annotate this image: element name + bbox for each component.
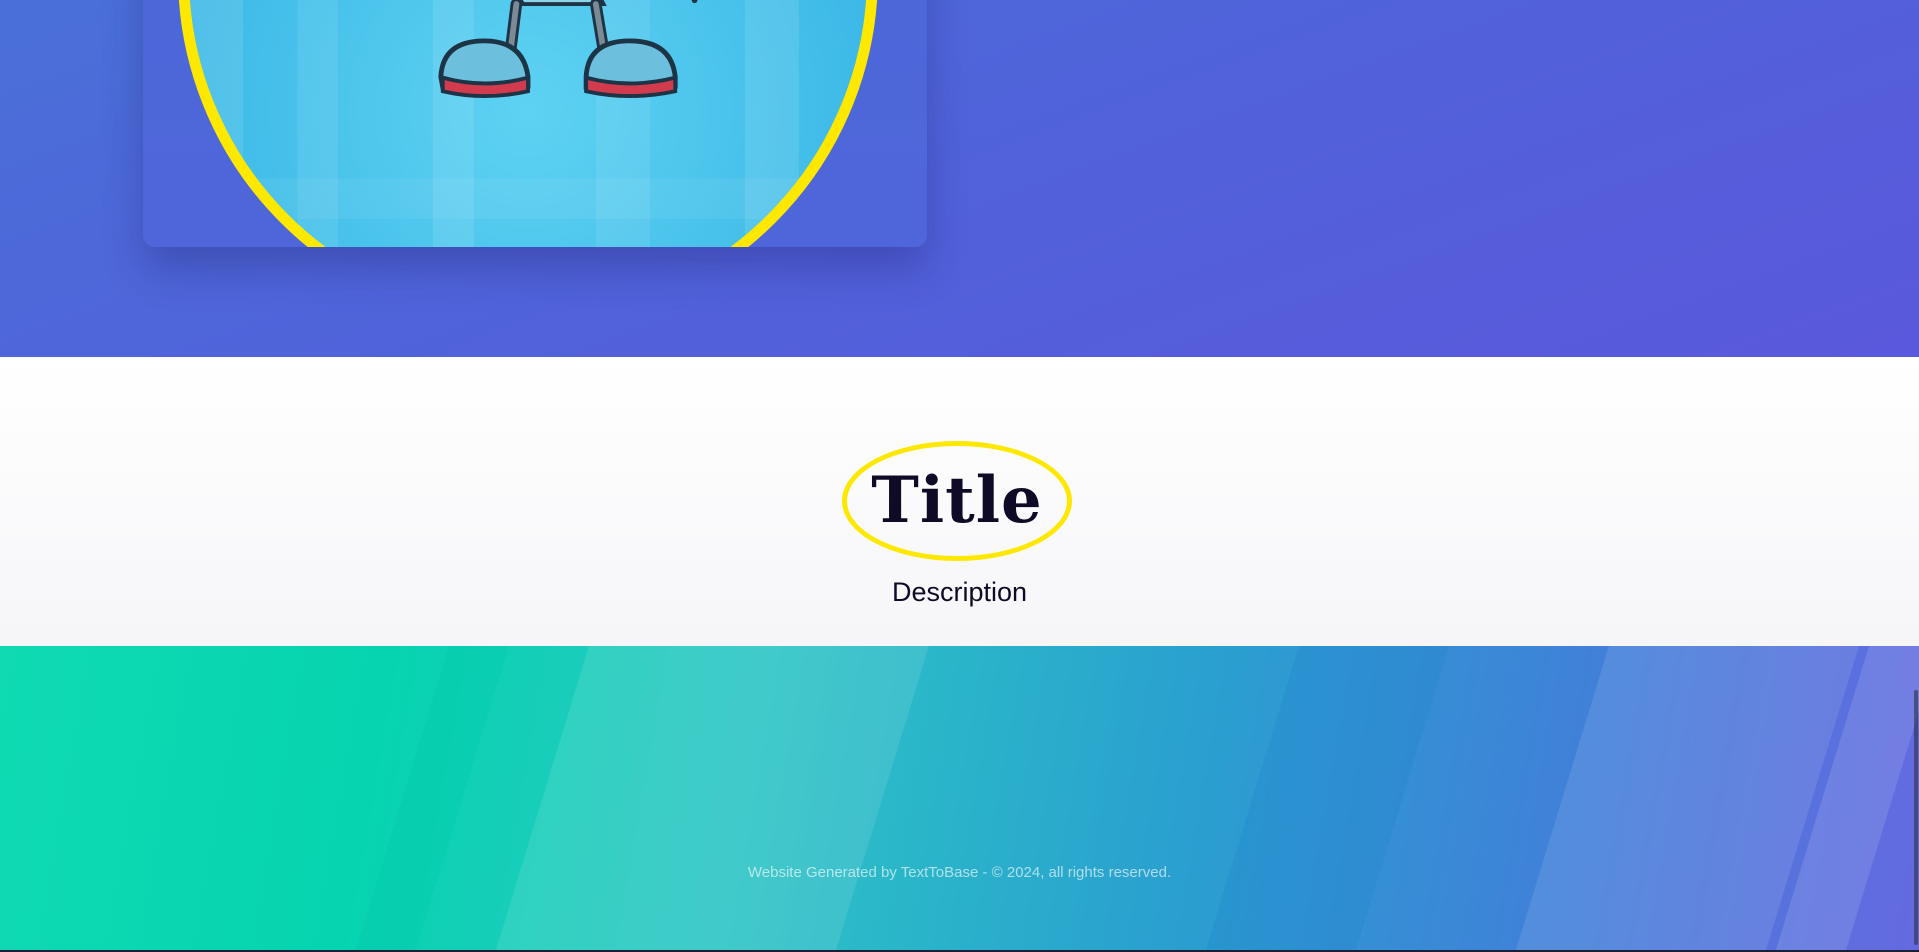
hero-image-card xyxy=(143,0,927,247)
title-highlight: Title xyxy=(842,441,1072,561)
footer-stripe xyxy=(344,646,516,952)
scrollbar[interactable] xyxy=(1911,0,1919,952)
page: Title Description Website Generated by T… xyxy=(0,0,1919,952)
mascot-image xyxy=(178,0,878,247)
section-title: Title xyxy=(871,463,1043,538)
footer-copyright: Website Generated by TextToBase - © 2024… xyxy=(747,864,1172,881)
footer: Website Generated by TextToBase - © 2024… xyxy=(0,646,1919,952)
footer-stripe xyxy=(484,646,936,952)
robot-mascot-icon xyxy=(438,0,698,99)
scrollbar-thumb[interactable] xyxy=(1914,690,1918,945)
section-description: Description xyxy=(891,577,1028,607)
hero-section xyxy=(0,0,1919,357)
title-section: Title Description xyxy=(0,357,1919,646)
footer-stripe xyxy=(1194,646,1456,952)
